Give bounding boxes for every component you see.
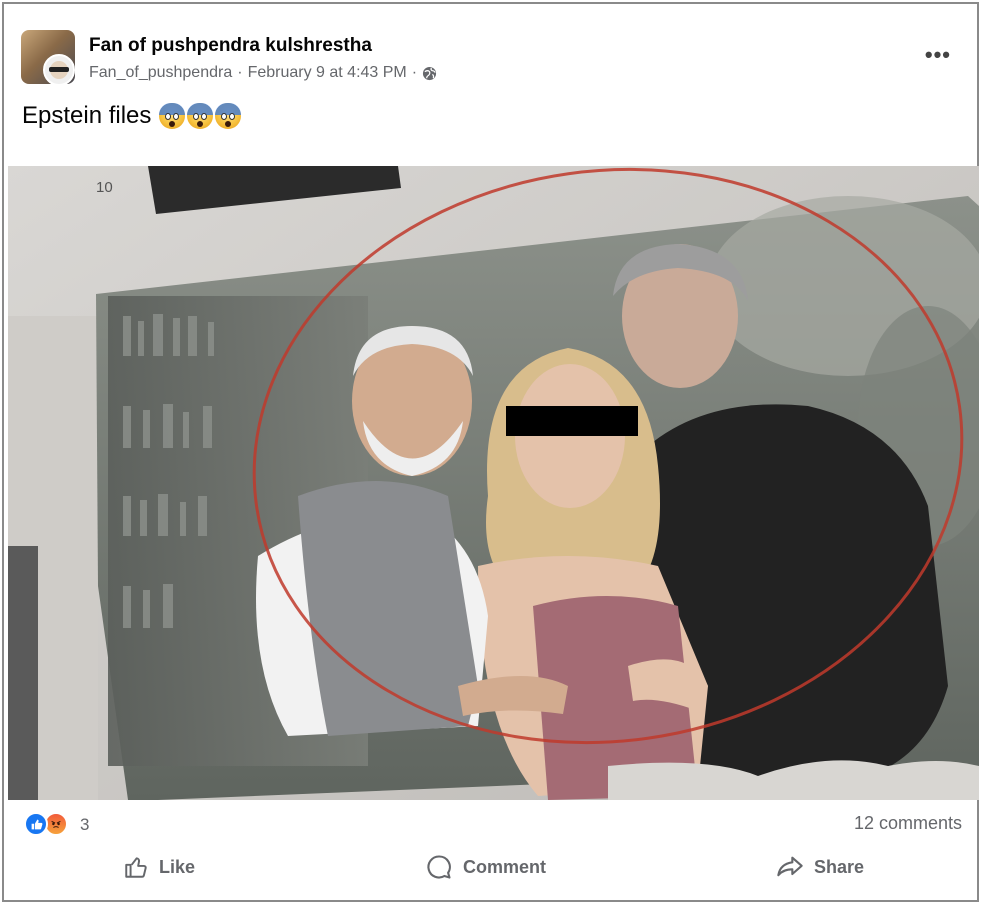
post-card: Fan of pushpendra kulshrestha Fan_of_pus… <box>2 2 979 902</box>
like-button[interactable]: Like <box>103 848 215 886</box>
comment-label: Comment <box>462 856 546 877</box>
comment-bubble-icon <box>427 855 451 879</box>
post-header: Fan of pushpendra kulshrestha Fan_of_pus… <box>21 28 971 88</box>
share-label: Share <box>813 856 864 877</box>
meta-separator: · <box>411 64 418 81</box>
like-label: Like <box>158 856 196 877</box>
globe-icon <box>422 66 437 81</box>
avatar-glasses <box>49 67 69 72</box>
share-button[interactable]: Share <box>756 847 884 887</box>
more-options-icon[interactable]: ••• <box>925 42 951 68</box>
post-caption: Epstein files <box>22 102 152 129</box>
screaming-face-icon <box>159 103 186 129</box>
emoji-group <box>159 103 242 129</box>
meta-separator: · <box>237 64 243 81</box>
screaming-face-icon <box>215 103 242 129</box>
post-timestamp[interactable]: February 9 at 4:43 PM <box>248 64 407 82</box>
like-reaction-icon <box>24 812 48 836</box>
thumbs-up-icon <box>125 857 147 878</box>
post-photo[interactable]: 10 <box>8 166 979 800</box>
comment-button[interactable]: Comment <box>405 847 566 887</box>
censor-bar <box>506 406 638 436</box>
page-number: 10 <box>96 179 113 196</box>
reaction-icons[interactable] <box>24 812 68 836</box>
author-avatar[interactable] <box>21 30 75 84</box>
post-actions: Like Comment Share <box>8 844 979 890</box>
share-arrow-icon <box>777 856 803 877</box>
torn-paper-bottom <box>608 760 979 800</box>
reactions-summary: 3 12 comments <box>24 810 962 840</box>
page-avatar <box>43 54 75 84</box>
author-handle[interactable]: Fan_of_pushpendra <box>89 64 232 82</box>
post-text: Epstein files <box>22 102 242 130</box>
paper-dark-edge <box>8 546 38 800</box>
post-meta: Fan_of_pushpendra · February 9 at 4:43 P… <box>89 64 437 82</box>
reaction-count[interactable]: 3 <box>80 815 89 835</box>
comments-count[interactable]: 12 comments <box>854 813 962 834</box>
screaming-face-icon <box>187 103 214 129</box>
arm <box>458 676 568 716</box>
person-left-vest <box>298 481 478 736</box>
author-name[interactable]: Fan of pushpendra kulshrestha <box>89 35 372 57</box>
